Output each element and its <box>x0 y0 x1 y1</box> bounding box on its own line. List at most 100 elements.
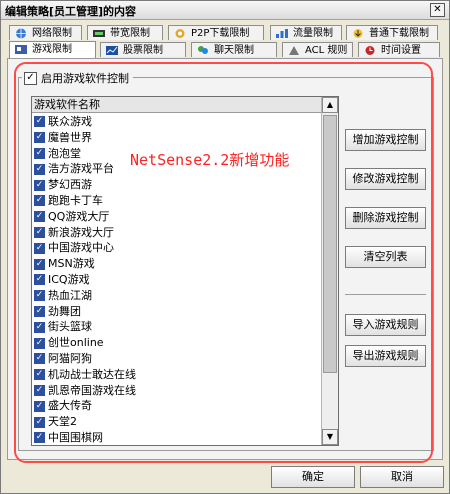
list-item[interactable]: ✓ 梦幻西游 <box>32 177 321 193</box>
import-game-rules-button[interactable]: 导入游戏规则 <box>345 314 426 336</box>
item-label: 中国围棋网 <box>48 430 103 444</box>
feature-annotation: NetSense2.2新增功能 <box>130 151 290 169</box>
close-icon[interactable]: ✕ <box>430 3 445 17</box>
tab-acl-rules[interactable]: ACL 规则 <box>282 42 353 57</box>
item-label: QQ游戏大厅 <box>48 209 110 223</box>
clear-list-button[interactable]: 清空列表 <box>345 246 426 268</box>
list-item[interactable]: ✓ 机动战士敢达在线 <box>32 367 321 383</box>
add-game-control-button[interactable]: 增加游戏控制 <box>345 129 426 151</box>
tab-chat-limit[interactable]: 聊天限制 <box>191 42 277 57</box>
p2p-icon <box>175 29 185 38</box>
item-label: 凯恩帝国游戏在线 <box>48 383 136 397</box>
item-checkbox[interactable]: ✓ <box>34 353 45 365</box>
download-icon <box>353 29 363 38</box>
list-item[interactable]: ✓ 创世online <box>32 335 321 351</box>
list-item[interactable]: ✓ 跑跑卡丁车 <box>32 193 321 209</box>
enable-game-control[interactable]: ✓ 启用游戏软件控制 <box>22 70 133 86</box>
ok-button[interactable]: 确定 <box>271 466 355 488</box>
stock-icon <box>106 46 118 55</box>
item-label: 梦幻西游 <box>48 178 92 192</box>
list-item[interactable]: ✓ MSN游戏 <box>32 256 321 272</box>
window-title: 编辑策略[员工管理]的内容 <box>5 5 137 18</box>
item-checkbox[interactable]: ✓ <box>34 416 45 428</box>
list-item[interactable]: ✓ 街头篮球 <box>32 319 321 335</box>
globe-icon <box>16 28 26 39</box>
export-game-rules-button[interactable]: 导出游戏规则 <box>345 345 426 367</box>
list-item[interactable]: ✓ 盛大传奇 <box>32 398 321 414</box>
list-item[interactable]: ✓ 联众游戏 <box>32 114 321 130</box>
list-item[interactable]: ✓ 凯恩帝国游戏在线 <box>32 383 321 399</box>
acl-icon <box>289 46 299 55</box>
item-checkbox[interactable]: ✓ <box>34 147 45 159</box>
tab-stock-limit[interactable]: 股票限制 <box>100 42 186 57</box>
tab-label: 带宽限制 <box>110 28 150 39</box>
list-item[interactable]: ✓ 阿猫阿狗 <box>32 351 321 367</box>
list-item[interactable]: ✓ QQ游戏大厅 <box>32 209 321 225</box>
scroll-thumb[interactable] <box>323 115 337 373</box>
modify-game-control-button[interactable]: 修改游戏控制 <box>345 168 426 190</box>
scroll-down-icon[interactable]: ▼ <box>322 429 338 445</box>
item-checkbox[interactable]: ✓ <box>34 116 45 128</box>
enable-checkbox[interactable]: ✓ <box>24 71 37 85</box>
vertical-scrollbar[interactable]: ▲ ▼ <box>321 97 338 445</box>
item-label: 天堂2 <box>48 415 77 429</box>
item-checkbox[interactable]: ✓ <box>34 369 45 381</box>
item-checkbox[interactable]: ✓ <box>34 384 45 396</box>
tab-label: 普通下载限制 <box>369 28 429 39</box>
tab-label: 游戏限制 <box>32 44 72 55</box>
item-checkbox[interactable]: ✓ <box>34 337 45 349</box>
item-checkbox[interactable]: ✓ <box>34 400 45 412</box>
title-bar[interactable]: 编辑策略[员工管理]的内容 ✕ <box>1 1 449 20</box>
clock-icon <box>365 46 375 55</box>
list-item[interactable]: ✓ 劲舞团 <box>32 304 321 320</box>
traffic-icon <box>276 29 288 38</box>
tab-traffic-limit[interactable]: 流量限制 <box>270 25 342 40</box>
cancel-button[interactable]: 取消 <box>360 466 444 488</box>
item-label: 盛大传奇 <box>48 399 92 413</box>
item-checkbox[interactable]: ✓ <box>34 179 45 191</box>
tab-label: 时间设置 <box>381 45 421 56</box>
item-label: ICQ游戏 <box>48 272 90 286</box>
item-checkbox[interactable]: ✓ <box>34 163 45 175</box>
item-label: 劲舞团 <box>48 304 81 318</box>
item-checkbox[interactable]: ✓ <box>34 242 45 254</box>
item-checkbox[interactable]: ✓ <box>34 432 45 444</box>
list-item[interactable]: ✓ ICQ游戏 <box>32 272 321 288</box>
chat-icon <box>198 46 208 54</box>
item-checkbox[interactable]: ✓ <box>34 195 45 207</box>
item-checkbox[interactable]: ✓ <box>34 258 45 270</box>
item-checkbox[interactable]: ✓ <box>34 211 45 223</box>
item-label: 热血江湖 <box>48 288 92 302</box>
list-item[interactable]: ✓ 中国围棋网 <box>32 430 321 445</box>
item-checkbox[interactable]: ✓ <box>34 274 45 286</box>
list-item[interactable]: ✓ 天堂2 <box>32 414 321 430</box>
tab-p2p-limit[interactable]: P2P下载限制 <box>168 25 264 40</box>
tab-label: 股票限制 <box>123 45 163 56</box>
tab-download-limit[interactable]: 普通下载限制 <box>346 25 438 40</box>
game-icon <box>15 45 27 54</box>
list-item[interactable]: ✓ 新浪游戏大厅 <box>32 225 321 241</box>
list-item[interactable]: ✓ 热血江湖 <box>32 288 321 304</box>
scroll-up-icon[interactable]: ▲ <box>322 97 338 113</box>
item-label: 中国游戏中心 <box>48 241 114 255</box>
delete-game-control-button[interactable]: 删除游戏控制 <box>345 207 426 229</box>
tab-game-limit[interactable]: 游戏限制 <box>9 41 96 58</box>
item-label: 魔兽世界 <box>48 130 92 144</box>
tab-time-settings[interactable]: 时间设置 <box>358 42 440 57</box>
item-checkbox[interactable]: ✓ <box>34 226 45 238</box>
bandwidth-icon <box>93 30 105 37</box>
item-checkbox[interactable]: ✓ <box>34 132 45 144</box>
item-checkbox[interactable]: ✓ <box>34 305 45 317</box>
item-checkbox[interactable]: ✓ <box>34 290 45 302</box>
list-item[interactable]: ✓ 魔兽世界 <box>32 130 321 146</box>
item-label: 泡泡堂 <box>48 146 81 160</box>
list-header: 游戏软件名称 <box>32 97 321 113</box>
tab-label: ACL 规则 <box>305 45 348 56</box>
item-label: 浩方游戏平台 <box>48 162 114 176</box>
list-item[interactable]: ✓ 中国游戏中心 <box>32 240 321 256</box>
item-checkbox[interactable]: ✓ <box>34 321 45 333</box>
button-separator <box>345 294 426 295</box>
tab-label: 网络限制 <box>32 28 72 39</box>
tab-network-limit[interactable]: 网络限制 <box>9 25 82 40</box>
tab-bandwidth-limit[interactable]: 带宽限制 <box>87 25 163 40</box>
